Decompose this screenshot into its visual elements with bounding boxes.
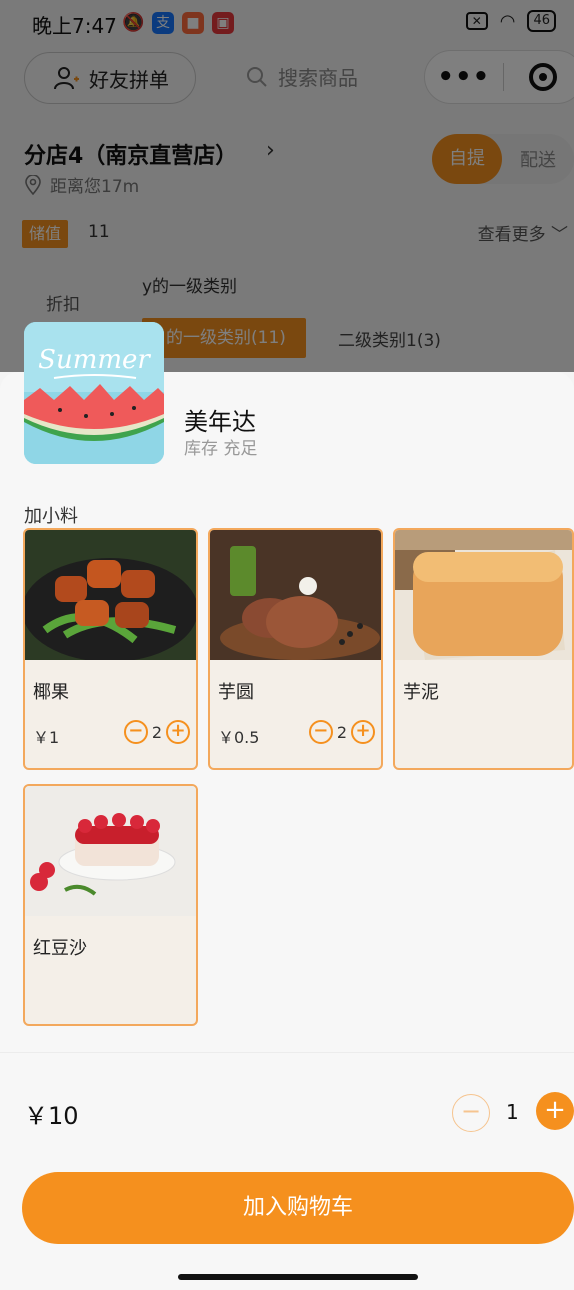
addon-qty: 2 [336,722,347,742]
addon-card-coconut[interactable]: 椰果 ￥1 − 2 + [23,528,198,770]
plus-button[interactable]: + [351,720,375,744]
addon-section-title: 加小料 [24,506,78,527]
addon-image [25,786,196,916]
sheet-divider [0,1052,574,1053]
dim-overlay[interactable] [0,0,574,372]
addon-name: 芋圆 [218,682,254,703]
addon-price: ￥0.5 [218,728,260,747]
home-indicator [178,1274,418,1280]
minus-button[interactable]: − [308,720,333,744]
addon-card-taro-paste[interactable]: 芋泥 [393,528,574,770]
addon-name: 椰果 [33,682,69,703]
addon-price: ￥1 [33,728,60,747]
plus-button[interactable]: + [166,720,190,744]
addon-card-red-bean[interactable]: 红豆沙 [23,784,198,1026]
addon-image [395,530,572,660]
addon-image [25,530,196,660]
quantity-value: 1 [506,1100,519,1124]
addon-name: 芋泥 [403,682,439,703]
quantity-plus-button[interactable]: + [536,1092,574,1130]
minus-button[interactable]: − [123,720,148,744]
addon-qty: 2 [151,722,162,742]
addon-stepper: − 2 + [123,720,190,744]
product-image: Summer [24,322,164,464]
product-name: 美年达 [184,408,256,436]
add-to-cart-button[interactable]: 加入购物车 [22,1172,574,1244]
quantity-minus-button[interactable]: − [452,1094,490,1132]
product-stock: 库存 充足 [184,439,258,459]
addon-name: 红豆沙 [33,938,87,959]
watermelon-summer-image: Summer [24,322,164,464]
addon-image [210,530,381,660]
addon-card-taro-ball[interactable]: 芋圆 ￥0.5 − 2 + [208,528,383,770]
addon-stepper: − 2 + [308,720,375,744]
spec-bottom-sheet: Summer 美年达 库存 充足 加小料 椰果 ￥1 − 2 + 芋圆 ￥0.5… [0,322,574,1290]
total-price: ￥10 [24,1102,79,1130]
summer-text: Summer [38,345,151,375]
